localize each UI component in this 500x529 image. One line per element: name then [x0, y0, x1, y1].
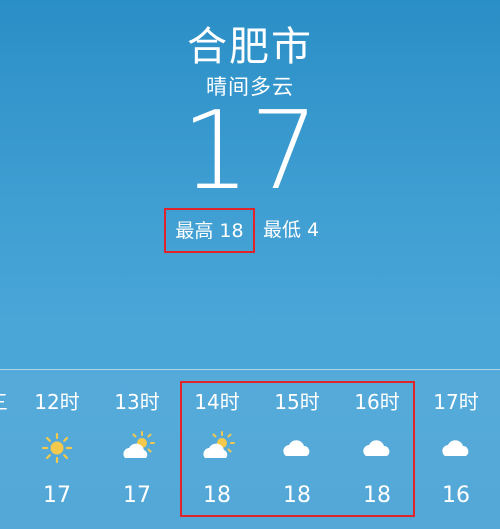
- hourly-partial-label: 三: [0, 386, 8, 415]
- cloud-icon: [436, 428, 476, 468]
- hour-temperature: 16: [442, 483, 470, 508]
- hour-label: 13时: [114, 390, 160, 414]
- hour-label: 12时: [34, 390, 80, 414]
- partly-cloudy-icon: [117, 428, 157, 468]
- current-temperature: 17: [181, 89, 319, 214]
- low-temperature: 最低 4: [263, 219, 320, 241]
- hour-label: 17时: [433, 390, 479, 414]
- hour-temperature: 17: [123, 483, 151, 508]
- hourly-highlight-box: [180, 381, 415, 517]
- hourly-item: 17时 16: [416, 370, 496, 529]
- sun-icon: [37, 428, 77, 468]
- high-temperature: 最高 18: [164, 208, 255, 253]
- hourly-item: 13时 17: [97, 370, 177, 529]
- hourly-item: 12时 17: [17, 370, 97, 529]
- city-name: 合肥市: [187, 24, 313, 70]
- hour-temperature: 17: [43, 483, 71, 508]
